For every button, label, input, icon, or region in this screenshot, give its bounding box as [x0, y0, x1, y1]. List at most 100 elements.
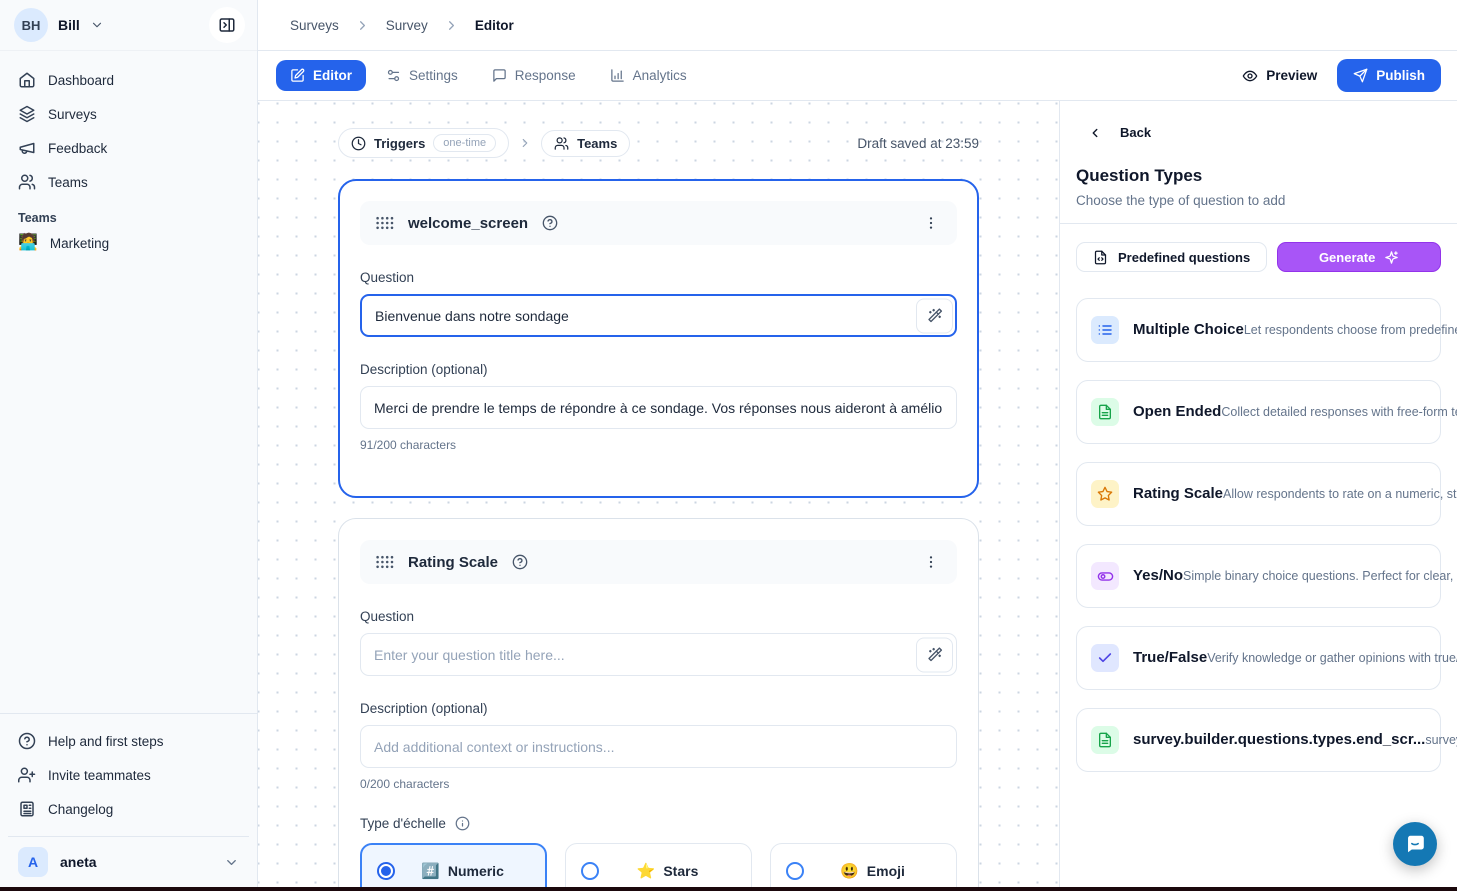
- type-title: Open Ended: [1133, 403, 1221, 420]
- sidebar-item-surveys[interactable]: Surveys: [8, 97, 249, 131]
- account-switcher[interactable]: A aneta: [8, 836, 249, 891]
- predefined-label: Predefined questions: [1118, 250, 1250, 265]
- sidebar: BH Bill Dashboard Surveys Feedback: [0, 0, 258, 891]
- predefined-questions-button[interactable]: Predefined questions: [1076, 242, 1267, 272]
- sidebar-item-label: Surveys: [48, 107, 97, 122]
- account-avatar: A: [18, 847, 48, 877]
- scale-option-numeric[interactable]: #️⃣ Numeric: [360, 843, 547, 891]
- generate-button[interactable]: Generate: [1277, 242, 1441, 272]
- chat-launcher-button[interactable]: [1393, 822, 1437, 866]
- sidebar-item-label: Changelog: [48, 802, 113, 817]
- breadcrumb: Surveys Survey Editor: [258, 0, 1457, 51]
- sidebar-item-dashboard[interactable]: Dashboard: [8, 63, 249, 97]
- app-root: BH Bill Dashboard Surveys Feedback: [0, 0, 1457, 891]
- pencil-icon: [290, 68, 305, 83]
- more-vertical-icon[interactable]: [919, 211, 943, 235]
- radio-checked[interactable]: [377, 862, 395, 880]
- type-description: Collect detailed responses with free-for…: [1221, 405, 1457, 419]
- publish-button[interactable]: Publish: [1337, 59, 1441, 92]
- type-title: Yes/No: [1133, 567, 1183, 584]
- workspace-switcher[interactable]: BH Bill: [0, 0, 257, 51]
- question-title-input[interactable]: [360, 633, 957, 676]
- preview-button[interactable]: Preview: [1230, 60, 1329, 92]
- scale-option-emoji[interactable]: 😃Emoji: [770, 843, 957, 891]
- wand-icon: [927, 647, 943, 663]
- scale-option-label: Emoji: [867, 863, 905, 879]
- question-card-header: welcome_screen: [360, 201, 957, 245]
- star-icon: [1091, 480, 1119, 508]
- type-card-rating-scale[interactable]: Rating ScaleAllow respondents to rate on…: [1076, 462, 1441, 526]
- info-icon[interactable]: [455, 816, 470, 831]
- megaphone-icon: [18, 139, 36, 157]
- question-card-rating-scale[interactable]: Rating Scale Question Description (optio…: [338, 518, 979, 891]
- question-description-input[interactable]: [360, 725, 957, 768]
- team-item-label: Marketing: [50, 236, 109, 251]
- sidebar-item-feedback[interactable]: Feedback: [8, 131, 249, 165]
- teams-section-label: Teams: [0, 199, 257, 227]
- type-title: Rating Scale: [1133, 485, 1223, 502]
- generate-label: Generate: [1319, 250, 1375, 265]
- sidebar-item-invite[interactable]: Invite teammates: [8, 758, 249, 792]
- breadcrumb-survey[interactable]: Survey: [386, 18, 428, 33]
- scale-option-label: Numeric: [448, 863, 504, 879]
- sidebar-item-label: Teams: [48, 175, 88, 190]
- teams-pill[interactable]: Teams: [541, 130, 630, 157]
- tab-settings[interactable]: Settings: [372, 60, 472, 91]
- type-card-end-screen[interactable]: survey.builder.questions.types.end_scr..…: [1076, 708, 1441, 772]
- question-title-input[interactable]: [360, 294, 957, 337]
- tab-editor[interactable]: Editor: [276, 60, 366, 91]
- radio-unchecked[interactable]: [581, 862, 599, 880]
- panel-subtitle: Choose the type of question to add: [1060, 186, 1457, 223]
- main-area: Surveys Survey Editor Editor Settings Re…: [258, 0, 1457, 891]
- magic-wand-button[interactable]: [916, 637, 953, 672]
- type-card-true-false[interactable]: True/FalseVerify knowledge or gather opi…: [1076, 626, 1441, 690]
- team-item-marketing[interactable]: 🧑‍💻 Marketing: [0, 227, 257, 259]
- back-button[interactable]: Back: [1060, 101, 1457, 140]
- tab-response[interactable]: Response: [478, 60, 590, 91]
- workspace-name: Bill: [58, 17, 80, 33]
- char-counter: 0/200 characters: [360, 777, 957, 791]
- back-label: Back: [1120, 125, 1151, 140]
- type-card-open-ended[interactable]: Open EndedCollect detailed responses wit…: [1076, 380, 1441, 444]
- type-card-yes-no[interactable]: Yes/NoSimple binary choice questions. Pe…: [1076, 544, 1441, 608]
- collapse-sidebar-button[interactable]: [209, 7, 245, 43]
- drag-handle-icon[interactable]: [374, 554, 394, 570]
- sidebar-item-changelog[interactable]: Changelog: [8, 792, 249, 826]
- type-title: Multiple Choice: [1133, 321, 1244, 338]
- trigger-type-badge: one-time: [433, 134, 496, 152]
- magic-wand-button[interactable]: [916, 298, 953, 333]
- keycap-hash-emoji-icon: #️⃣: [421, 864, 440, 879]
- drag-handle-icon[interactable]: [374, 215, 394, 231]
- users-icon: [18, 173, 36, 191]
- clock-icon: [351, 136, 366, 151]
- type-title: True/False: [1133, 649, 1207, 666]
- sidebar-item-help[interactable]: Help and first steps: [8, 724, 249, 758]
- newspaper-icon: [18, 800, 36, 818]
- question-card-welcome-screen[interactable]: welcome_screen Question Description (opt…: [338, 179, 979, 498]
- chevron-down-icon: [90, 18, 104, 32]
- radio-unchecked[interactable]: [786, 862, 804, 880]
- question-types-panel: Back Question Types Choose the type of q…: [1059, 101, 1457, 891]
- toggle-icon: [1091, 562, 1119, 590]
- sidebar-nav: Dashboard Surveys Feedback Teams: [0, 51, 257, 199]
- sidebar-item-label: Dashboard: [48, 73, 114, 88]
- sidebar-item-teams[interactable]: Teams: [8, 165, 249, 199]
- account-name: aneta: [60, 854, 97, 870]
- screen-edge-strip: [0, 887, 1457, 891]
- more-vertical-icon[interactable]: [919, 550, 943, 574]
- type-card-multiple-choice[interactable]: Multiple ChoiceLet respondents choose fr…: [1076, 298, 1441, 362]
- question-description-input[interactable]: [360, 386, 957, 429]
- triggers-pill[interactable]: Triggers one-time: [338, 128, 509, 158]
- breadcrumb-surveys[interactable]: Surveys: [290, 18, 339, 33]
- panel-right-icon: [218, 16, 236, 34]
- scale-option-stars[interactable]: ⭐Stars: [565, 843, 752, 891]
- chevron-right-icon: [444, 18, 459, 33]
- file-code-icon: [1093, 250, 1108, 265]
- tab-analytics[interactable]: Analytics: [596, 60, 701, 91]
- tab-label: Settings: [409, 68, 458, 83]
- star-emoji-icon: ⭐: [637, 864, 656, 879]
- help-circle-icon[interactable]: [512, 554, 528, 570]
- type-description: Let respondents choose from predefined o…: [1244, 323, 1457, 337]
- help-circle-icon[interactable]: [542, 215, 558, 231]
- tab-label: Response: [515, 68, 576, 83]
